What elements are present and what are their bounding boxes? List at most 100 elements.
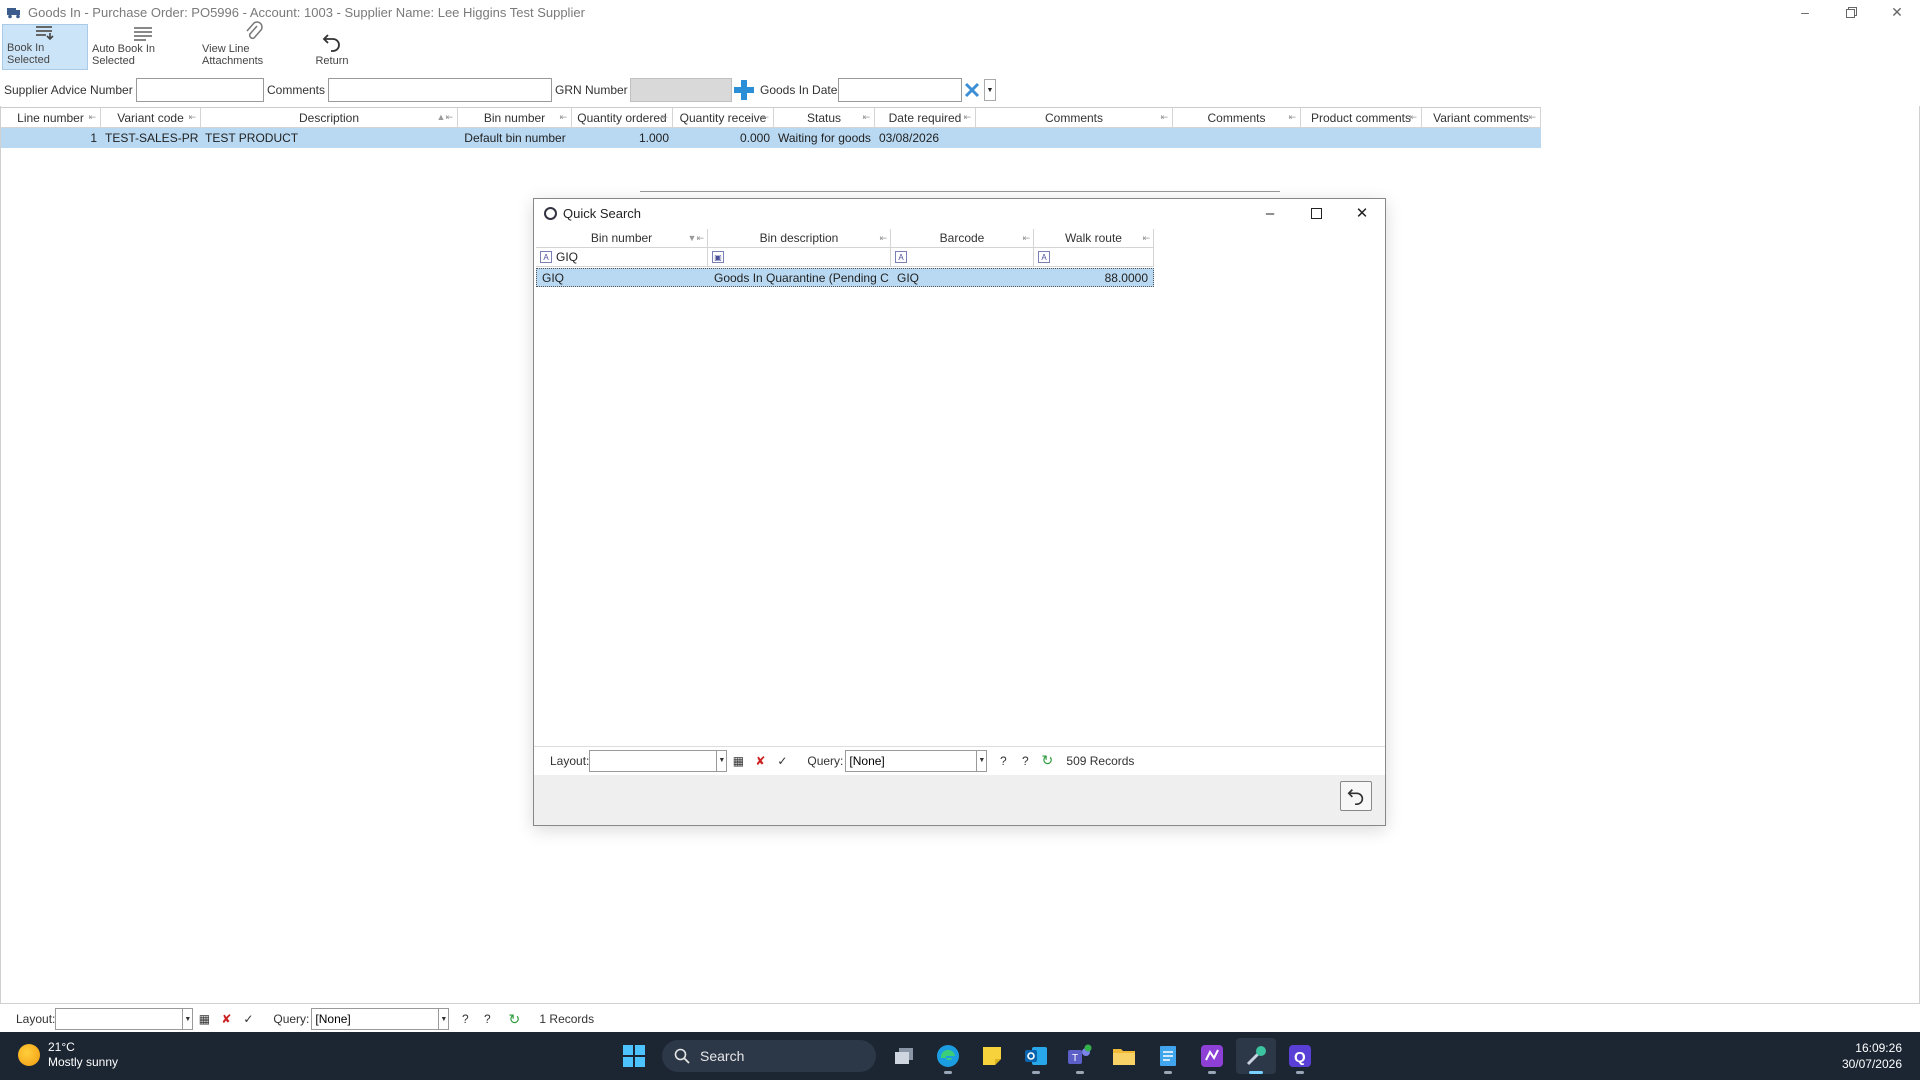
col-header-variant-comments[interactable]: Variant comments ⇤ [1422,108,1541,128]
records-count: 1 Records [539,1012,595,1026]
pin-icon: ⇤ [862,112,870,122]
weather-widget[interactable]: 21°C Mostly sunny [18,1040,118,1070]
teams-icon[interactable]: T [1060,1038,1100,1074]
col-header-barcode[interactable]: Barcode ⇤ [891,229,1034,248]
col-header-bin-description[interactable]: Bin description ⇤ [708,229,891,248]
layout-label: Layout: [16,1012,56,1026]
col-header-date-required[interactable]: Date required ⇤ [875,108,976,128]
pin-icon: ⇤ [879,233,887,243]
add-grn-button[interactable] [733,79,755,101]
sort-pin-icon: ▲⇤ [436,112,453,122]
dialog-minimize-button[interactable]: – [1247,199,1293,227]
col-header-quantity-received[interactable]: Quantity receive ⇤ [673,108,774,128]
layout-input[interactable] [55,1008,184,1030]
file-explorer-icon[interactable] [1104,1038,1144,1074]
grid-layout-icon[interactable]: ▦ [196,1011,212,1027]
quick-search-icon [544,206,557,220]
layout-label: Layout: [550,753,590,768]
col-header-line-number[interactable]: Line number ⇤ [1,108,101,128]
background-divider [640,191,1280,192]
comments-input[interactable] [328,78,552,102]
delete-layout-icon[interactable]: ✘ [218,1011,234,1027]
filter-bin-description[interactable]: ▣ [708,248,891,267]
grid-layout-icon[interactable]: ▦ [730,753,746,769]
svg-text:Q: Q [1294,1049,1306,1066]
save-layout-icon[interactable]: ✓ [240,1011,256,1027]
table-row[interactable]: 1 TEST-SALES-PR TEST PRODUCT Default bin… [1,128,1541,148]
main-status-bar: Layout: ▼ ▦ ✘ ✓ Query: ▼ ? ? ↻ 1 Records [0,1005,1920,1033]
date-dropdown-button[interactable]: ▼ [984,79,996,101]
active-app-icon[interactable] [1236,1038,1276,1074]
edge-icon[interactable] [928,1038,968,1074]
dialog-return-button[interactable] [1340,781,1372,811]
query-edit-icon[interactable]: ? [457,1011,473,1027]
clear-date-button[interactable] [961,79,983,101]
col-header-bin-number[interactable]: Bin number ▼⇤ [536,229,708,248]
windows-icon [623,1045,645,1067]
delete-layout-icon[interactable]: ✘ [752,753,768,769]
quick-search-dialog: Quick Search – ✕ Bin number ▼⇤ Bin descri… [533,198,1386,826]
refresh-icon[interactable]: ↻ [506,1011,522,1027]
col-header-product-comments[interactable]: Product comments ⇤ [1301,108,1422,128]
notepad-icon[interactable] [1148,1038,1188,1074]
start-button[interactable] [614,1038,654,1074]
system-clock[interactable]: 16:09:26 30/07/2026 [1842,1040,1902,1072]
view-line-attachments-button[interactable]: View Line Attachments [198,21,310,70]
col-header-quantity-ordered[interactable]: Quantity ordered ⇤ [572,108,673,128]
query-help-icon[interactable]: ? [1017,753,1033,769]
sort-pin-icon: ▼⇤ [687,233,704,243]
filter-text-icon: A [540,251,552,263]
grn-number-label: GRN Number [555,83,628,97]
taskbar-search[interactable]: Search [662,1040,876,1072]
pin-icon: ⇤ [559,112,567,122]
grid-header: Line number ⇤ Variant code ⇤ Description ▲⇤… [1,108,1541,128]
outlook-icon[interactable] [1016,1038,1056,1074]
col-header-comments-2[interactable]: Comments ⇤ [1173,108,1301,128]
refresh-icon[interactable]: ↻ [1039,752,1055,769]
auto-book-in-icon [132,24,154,43]
pin-icon: ⇤ [1160,112,1168,122]
query-help-icon[interactable]: ? [479,1011,495,1027]
col-header-description[interactable]: Description ▲⇤ [201,108,458,128]
dialog-close-button[interactable]: ✕ [1339,199,1385,227]
query-dropdown-button[interactable]: ▼ [977,749,988,772]
col-header-walk-route[interactable]: Walk route ⇤ [1034,229,1154,248]
sticky-notes-icon[interactable] [972,1038,1012,1074]
minimize-button[interactable]: – [1782,0,1828,24]
purple-app-icon[interactable] [1192,1038,1232,1074]
filter-bin-number[interactable]: A GIQ [536,248,708,267]
filter-barcode[interactable]: A [891,248,1034,267]
pin-icon: ⇤ [1409,112,1417,122]
query-edit-icon[interactable]: ? [995,753,1011,769]
filter-walk-route[interactable]: A [1034,248,1154,267]
task-view-icon[interactable] [884,1038,924,1074]
restore-button[interactable] [1828,0,1874,24]
filter-list-icon: ▣ [712,251,724,263]
header-fields: Supplier Advice Number Comments GRN Numb… [0,76,1920,104]
layout-dropdown-button[interactable]: ▼ [183,1008,194,1030]
temperature: 21°C [48,1040,75,1054]
query-input[interactable] [311,1008,440,1030]
goods-in-date-input[interactable] [838,78,962,102]
title-bar: Goods In - Purchase Order: PO5996 - Acco… [0,0,1920,24]
query-dropdown-button[interactable]: ▼ [439,1008,450,1030]
save-layout-icon[interactable]: ✓ [774,753,790,769]
layout-input[interactable] [589,749,718,772]
return-button[interactable]: Return [310,24,354,70]
truck-icon [6,5,22,19]
q-app-icon[interactable]: Q [1280,1038,1320,1074]
auto-book-in-selected-button[interactable]: Auto Book In Selected [88,24,198,70]
col-header-bin-number[interactable]: Bin number ⇤ [458,108,572,128]
book-in-selected-button[interactable]: Book In Selected [2,24,88,70]
col-header-variant-code[interactable]: Variant code ⇤ [101,108,201,128]
col-header-status[interactable]: Status ⇤ [774,108,875,128]
layout-dropdown-button[interactable]: ▼ [717,749,728,772]
filter-row: A GIQ ▣ A A [536,248,1154,267]
dialog-maximize-button[interactable] [1293,199,1339,227]
table-row[interactable]: GIQ Goods In Quarantine (Pending C GIQ 8… [536,268,1154,287]
close-button[interactable]: ✕ [1874,0,1920,24]
filter-text-icon: A [895,251,907,263]
query-input[interactable] [845,749,978,772]
col-header-comments[interactable]: Comments ⇤ [976,108,1173,128]
supplier-advice-input[interactable] [136,78,264,102]
